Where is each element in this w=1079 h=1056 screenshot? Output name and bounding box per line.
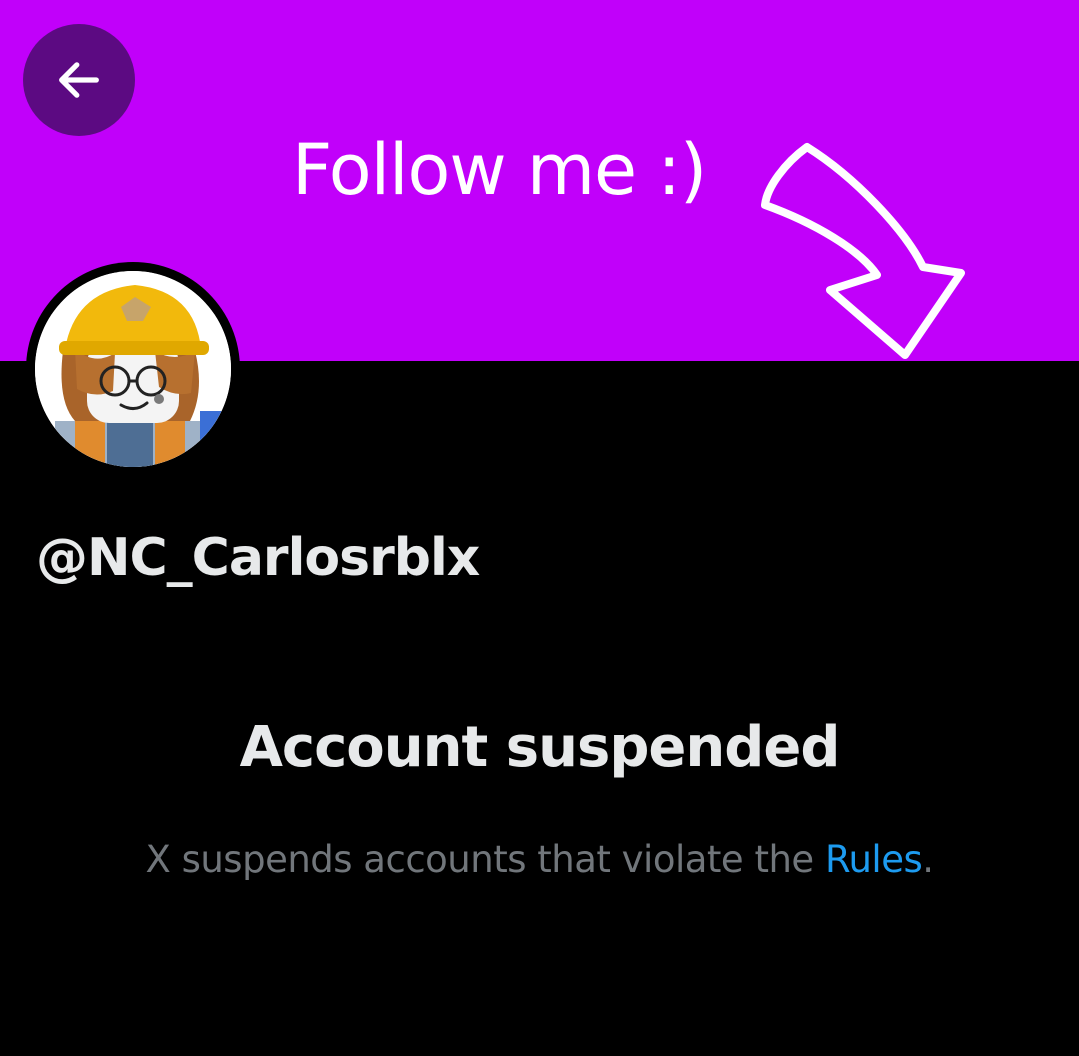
profile-handle: @NC_Carlosrblx — [36, 528, 480, 588]
suspended-message: X suspends accounts that violate the Rul… — [0, 832, 1079, 888]
suspended-title: Account suspended — [239, 715, 841, 780]
back-button[interactable] — [23, 24, 135, 136]
banner-text: Follow me :) — [292, 129, 707, 211]
curved-arrow-icon — [761, 143, 965, 359]
suspended-message-text: X suspends accounts that violate the — [145, 838, 814, 881]
arrow-left-icon — [59, 62, 99, 98]
roblox-avatar-icon — [35, 271, 231, 467]
profile-page: Follow me :) @NC_Carlosrblx Account susp… — [0, 0, 1079, 1056]
suspended-message-end: . — [922, 838, 934, 881]
avatar[interactable] — [26, 262, 240, 476]
rules-link[interactable]: Rules — [825, 838, 923, 881]
avatar-image — [35, 271, 231, 467]
